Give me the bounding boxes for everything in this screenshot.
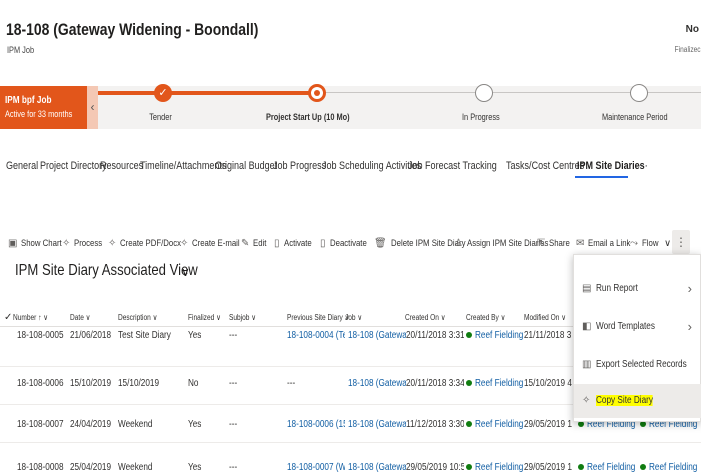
bpf-stage-label: Tender xyxy=(149,112,172,122)
bpf-progress-line xyxy=(98,91,318,95)
menu-item-export-selected[interactable]: ▥ Export Selected Records xyxy=(574,348,701,382)
created-by-link[interactable]: Reef Fielding xyxy=(466,378,524,389)
export-icon: ▥ xyxy=(582,359,592,370)
created-by-link[interactable]: Reef Fielding xyxy=(466,462,524,473)
menu-item-copy-site-diary[interactable]: ✧ Copy Site Diary xyxy=(574,384,701,418)
user-status-icon xyxy=(466,464,472,470)
column-header-date[interactable]: Date ∨ xyxy=(70,313,95,322)
bpf-active-stage[interactable]: IPM bpf Job Active for 33 months xyxy=(0,86,87,129)
gear-icon: ✧ xyxy=(108,238,117,249)
chevron-right-icon: › xyxy=(687,281,692,296)
flow-icon: ⤳ xyxy=(630,238,638,249)
checkmark-icon: ✓ xyxy=(158,87,168,99)
select-all-checkbox[interactable]: ✓ xyxy=(4,312,12,323)
column-header-number[interactable]: Number ↑ ∨ xyxy=(13,313,56,322)
column-header-subjob[interactable]: Subjob ∨ xyxy=(229,313,262,322)
column-header-created-on[interactable]: Created On ∨ xyxy=(405,313,454,322)
chevron-right-icon: › xyxy=(687,319,692,334)
user-status-icon xyxy=(640,464,646,470)
created-by-link[interactable]: Reef Fielding xyxy=(466,419,524,430)
user-status-icon xyxy=(578,464,584,470)
user-status-icon xyxy=(466,421,472,427)
chevron-left-icon: ‹ xyxy=(90,100,95,114)
user-status-icon xyxy=(466,332,472,338)
bpf-stage-label: Project Start Up (10 Mo) xyxy=(265,112,350,122)
deactivate-button[interactable]: ▯ Deactivate xyxy=(320,238,374,249)
gear-icon: ✧ xyxy=(180,238,189,249)
tab-job-forecast[interactable]: Job Forecast Tracking xyxy=(408,160,516,172)
bpf-stage-label: In Progress xyxy=(461,112,500,122)
trash-icon: 🗑 xyxy=(374,238,387,249)
bpf-stage-label: Maintenance Period xyxy=(601,112,668,122)
modified-by-link[interactable]: Reef Fielding xyxy=(578,462,638,473)
previous-diary-link[interactable]: 18-108-0004 (Test Site xyxy=(287,330,345,341)
column-header-created-by[interactable]: Created By ∨ xyxy=(466,313,514,322)
bpf-stage-tender-node[interactable]: ✓ xyxy=(154,84,172,102)
record-title: 18-108 (Gateway Widening - Boondall) xyxy=(6,20,259,39)
process-icon: ✧ xyxy=(62,238,71,249)
chart-icon: ▣ xyxy=(8,238,18,249)
menu-item-run-report[interactable]: ▤ Run Report › xyxy=(574,272,701,306)
activate-button[interactable]: ▯ Activate xyxy=(274,238,317,249)
word-icon: ◧ xyxy=(582,321,592,332)
mail-icon: ✉ xyxy=(576,238,585,249)
column-header-job[interactable]: Job ∨ xyxy=(345,313,366,322)
share-icon: ⇱ xyxy=(537,238,546,249)
column-header-modified-on[interactable]: Modified On ∨ xyxy=(524,313,575,322)
bpf-stage-startup-node[interactable] xyxy=(308,84,326,102)
overflow-menu: ▤ Run Report › ◧ Word Templates › ▥ Expo… xyxy=(573,254,701,422)
job-link[interactable]: 18-108 (Gateway Wid xyxy=(348,419,406,430)
document-icon: ▯ xyxy=(320,238,326,249)
chevron-down-icon: ∨ xyxy=(181,265,190,279)
flow-button[interactable]: ⤳ Flow ∨ xyxy=(630,238,671,249)
person-icon: ♙ xyxy=(454,238,463,249)
bpf-back-button[interactable]: ‹ xyxy=(87,86,98,129)
user-status-icon xyxy=(466,380,472,386)
column-header-finalized[interactable]: Finalized ∨ xyxy=(188,313,228,322)
bpf-stage-inprogress-node[interactable] xyxy=(475,84,493,102)
more-commands-button[interactable]: ⋮ xyxy=(672,230,690,254)
pencil-icon: ✎ xyxy=(241,238,250,249)
active-tab-indicator xyxy=(575,176,628,178)
view-selector[interactable]: IPM Site Diary Associated View ∨ xyxy=(15,262,238,280)
job-link[interactable]: 18-108 (Gateway Wid xyxy=(348,330,406,341)
record-entity-type: IPM Job xyxy=(7,45,35,55)
previous-diary-link[interactable]: 18-108-0006 (15/10/2 xyxy=(287,419,345,430)
owner-link[interactable]: Reef Fielding xyxy=(640,462,701,473)
bpf-stage-maintenance-node[interactable] xyxy=(630,84,648,102)
share-button[interactable]: ⇱ Share xyxy=(537,238,575,249)
column-header-description[interactable]: Description ∨ xyxy=(118,313,166,322)
header-field-value: No xyxy=(685,24,699,35)
job-link[interactable]: 18-108 (Gateway Wid xyxy=(348,462,406,473)
created-by-link[interactable]: Reef Fielding xyxy=(466,330,524,341)
menu-item-word-templates[interactable]: ◧ Word Templates › xyxy=(574,310,701,344)
chevron-down-icon: ∨ xyxy=(664,238,672,249)
table-row[interactable]: 18-108-0008 25/04/2019 Weekend Yes --- 1… xyxy=(0,443,701,474)
process-button[interactable]: ✧ Process xyxy=(62,238,109,249)
create-email-button[interactable]: ✧ Create E-mail xyxy=(180,238,250,249)
edit-button[interactable]: ✎ Edit xyxy=(241,238,270,249)
report-icon: ▤ xyxy=(582,283,592,294)
previous-diary-link[interactable]: 18-108-0007 (Weeken xyxy=(287,462,345,473)
document-icon: ▯ xyxy=(274,238,280,249)
copy-icon: ✧ xyxy=(582,395,591,406)
job-link[interactable]: 18-108 (Gateway Wid xyxy=(348,378,406,389)
tab-more[interactable]: ··· xyxy=(637,160,648,172)
header-field-label: Finalizec xyxy=(675,45,701,54)
